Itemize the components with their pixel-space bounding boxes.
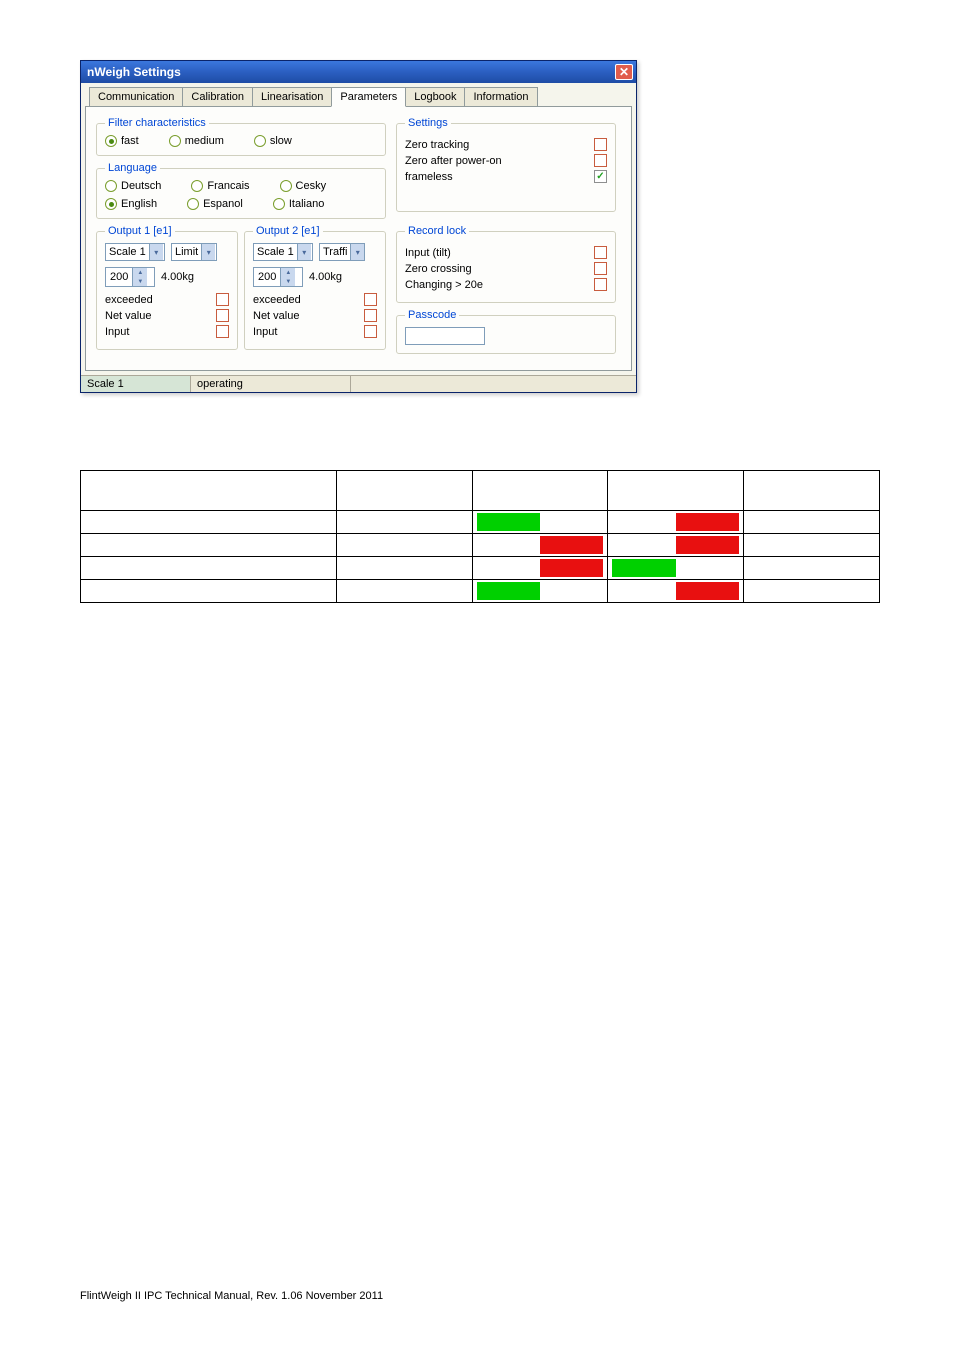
footer-text: FlintWeigh II IPC Technical Manual, Rev.… [80, 1290, 383, 1302]
output1-input-label: Input [105, 326, 129, 338]
tab-calibration[interactable]: Calibration [182, 87, 253, 106]
output2-mode-select[interactable]: Traffi ▾ [319, 243, 365, 261]
frameless-label: frameless [405, 171, 453, 183]
output1-exceeded-checkbox[interactable] [216, 293, 229, 306]
radio-deutsch[interactable]: Deutsch [105, 180, 161, 192]
chevron-down-icon: ▾ [149, 244, 163, 260]
tab-parameters[interactable]: Parameters [331, 87, 406, 107]
output1-exceeded-label: exceeded [105, 294, 153, 306]
close-icon: ✕ [619, 66, 629, 78]
output1-netvalue-label: Net value [105, 310, 151, 322]
radio-icon [191, 180, 203, 192]
spinner-down-icon[interactable]: ▼ [133, 277, 147, 286]
window-title: nWeigh Settings [87, 65, 181, 79]
radio-icon [169, 135, 181, 147]
radio-italiano[interactable]: Italiano [273, 198, 324, 210]
statusbar: Scale 1 operating [81, 375, 636, 392]
spinner-up-icon[interactable]: ▲ [281, 268, 295, 277]
spinner-down-icon[interactable]: ▼ [281, 277, 295, 286]
table-header-row [81, 471, 880, 511]
status-state: operating [191, 376, 351, 392]
zero-after-power-checkbox[interactable] [594, 154, 607, 167]
radio-icon [187, 198, 199, 210]
settings-group: Settings Zero tracking Zero after power-… [396, 117, 616, 212]
output1-input-checkbox[interactable] [216, 325, 229, 338]
recordlock-legend: Record lock [405, 225, 469, 237]
settings-legend: Settings [405, 117, 451, 129]
radio-medium[interactable]: medium [169, 135, 224, 147]
passcode-input[interactable] [405, 327, 485, 345]
radio-slow[interactable]: slow [254, 135, 292, 147]
passcode-legend: Passcode [405, 309, 459, 321]
radio-english[interactable]: English [105, 198, 157, 210]
output2-group: Output 2 [e1] Scale 1 ▾ Traffi ▾ [244, 225, 386, 350]
radio-fast[interactable]: fast [105, 135, 139, 147]
table-row [81, 534, 880, 557]
output1-legend: Output 1 [e1] [105, 225, 175, 237]
output2-exceeded-label: exceeded [253, 294, 301, 306]
radio-icon [273, 198, 285, 210]
recordlock-group: Record lock Input (tilt) Zero crossing C… [396, 225, 616, 303]
radio-francais[interactable]: Francais [191, 180, 249, 192]
changing-label: Changing > 20e [405, 279, 483, 291]
tab-logbook[interactable]: Logbook [405, 87, 465, 106]
output2-input-label: Input [253, 326, 277, 338]
status-scale: Scale 1 [81, 376, 191, 392]
frameless-checkbox[interactable]: ✓ [594, 170, 607, 183]
tab-linearisation[interactable]: Linearisation [252, 87, 332, 106]
radio-espanol[interactable]: Espanol [187, 198, 243, 210]
language-legend: Language [105, 162, 160, 174]
output1-unit: 4.00kg [161, 271, 194, 283]
chevron-down-icon: ▾ [350, 244, 364, 260]
output2-netvalue-label: Net value [253, 310, 299, 322]
titlebar: nWeigh Settings ✕ [81, 61, 636, 83]
output2-unit: 4.00kg [309, 271, 342, 283]
doc-table [80, 470, 880, 603]
zero-tracking-label: Zero tracking [405, 139, 469, 151]
zero-tracking-checkbox[interactable] [594, 138, 607, 151]
radio-icon [254, 135, 266, 147]
tab-content: Filter characteristics fast medium [85, 106, 632, 371]
output2-input-checkbox[interactable] [364, 325, 377, 338]
input-tilt-label: Input (tilt) [405, 247, 451, 259]
table-row [81, 580, 880, 603]
changing-checkbox[interactable] [594, 278, 607, 291]
spinner-up-icon[interactable]: ▲ [133, 268, 147, 277]
output1-netvalue-checkbox[interactable] [216, 309, 229, 322]
output2-exceeded-checkbox[interactable] [364, 293, 377, 306]
chevron-down-icon: ▾ [201, 244, 215, 260]
radio-icon [105, 135, 117, 147]
output2-legend: Output 2 [e1] [253, 225, 323, 237]
close-button[interactable]: ✕ [615, 64, 633, 80]
radio-icon [105, 198, 117, 210]
output1-scale-select[interactable]: Scale 1 ▾ [105, 243, 165, 261]
passcode-group: Passcode [396, 309, 616, 354]
output1-mode-select[interactable]: Limit ▾ [171, 243, 217, 261]
output2-value-spinner[interactable]: 200 ▲ ▼ [253, 267, 303, 287]
language-group: Language Deutsch Francais [96, 162, 386, 219]
radio-cesky[interactable]: Cesky [280, 180, 327, 192]
output1-group: Output 1 [e1] Scale 1 ▾ Limit ▾ [96, 225, 238, 350]
tab-information[interactable]: Information [464, 87, 537, 106]
chevron-down-icon: ▾ [297, 244, 311, 260]
status-spacer [351, 376, 636, 392]
radio-icon [280, 180, 292, 192]
output2-scale-select[interactable]: Scale 1 ▾ [253, 243, 313, 261]
tab-communication[interactable]: Communication [89, 87, 183, 106]
zero-crossing-checkbox[interactable] [594, 262, 607, 275]
settings-window: nWeigh Settings ✕ Communication Calibrat… [80, 60, 637, 393]
output1-value-spinner[interactable]: 200 ▲ ▼ [105, 267, 155, 287]
filter-legend: Filter characteristics [105, 117, 209, 129]
tabs: Communication Calibration Linearisation … [89, 87, 632, 106]
table-row [81, 557, 880, 580]
client-area: Communication Calibration Linearisation … [81, 83, 636, 375]
filter-group: Filter characteristics fast medium [96, 117, 386, 156]
radio-icon [105, 180, 117, 192]
zero-crossing-label: Zero crossing [405, 263, 472, 275]
output2-netvalue-checkbox[interactable] [364, 309, 377, 322]
zero-after-power-label: Zero after power-on [405, 155, 502, 167]
table-row [81, 511, 880, 534]
input-tilt-checkbox[interactable] [594, 246, 607, 259]
